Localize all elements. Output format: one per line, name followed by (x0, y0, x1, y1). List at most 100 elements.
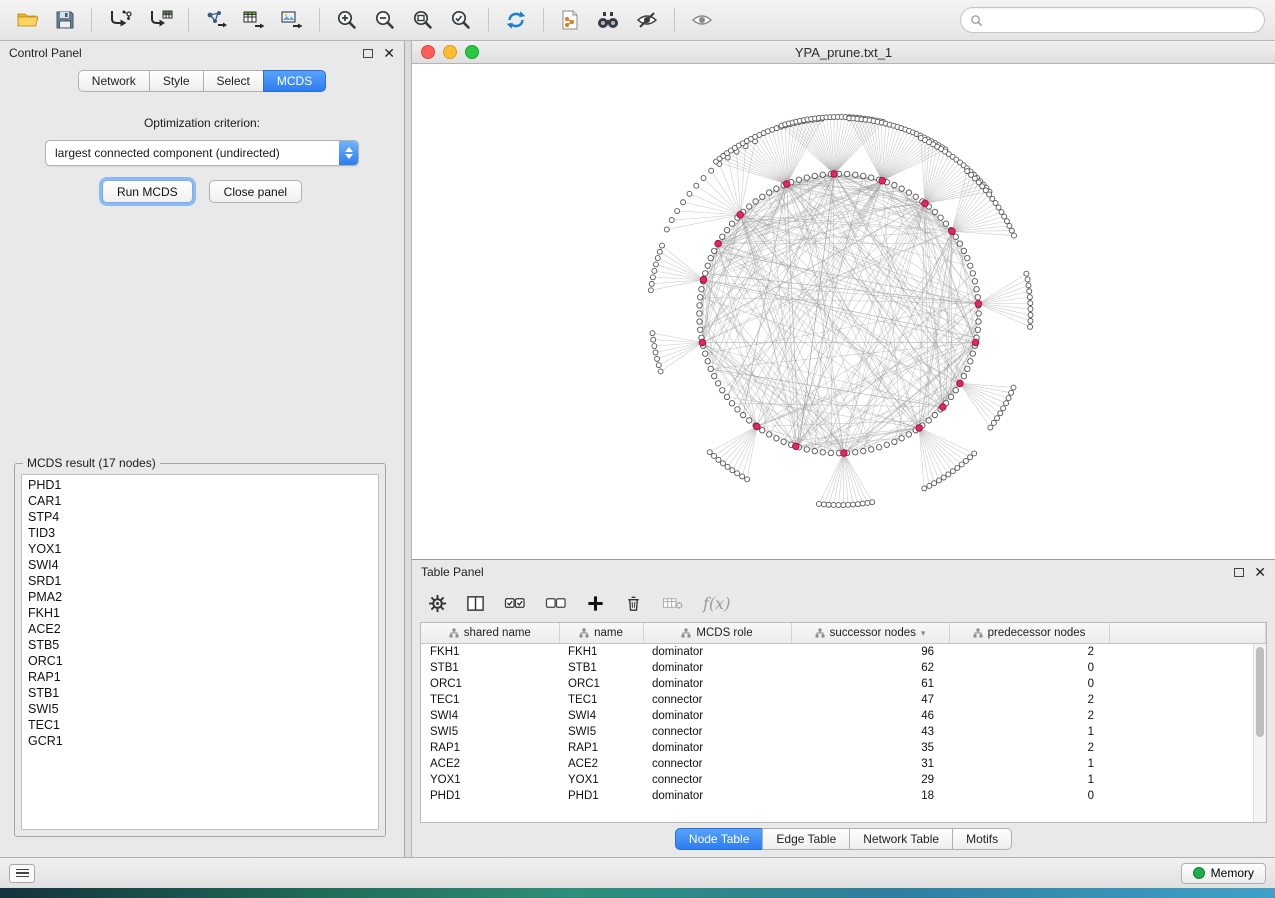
table-row[interactable]: YOX1YOX1connector291 (421, 772, 1266, 788)
table-cell[interactable]: 0 (949, 788, 1109, 804)
mcds-item[interactable]: RAP1 (22, 669, 378, 685)
table-cell[interactable]: 1 (949, 756, 1109, 772)
hide-graphics-details-button[interactable] (629, 4, 665, 36)
table-cell[interactable]: dominator (643, 660, 791, 676)
close-table-panel-icon[interactable]: ✕ (1254, 565, 1266, 579)
import-network-button[interactable] (101, 4, 139, 36)
mcds-item[interactable]: TEC1 (22, 717, 378, 733)
save-session-button[interactable] (48, 4, 82, 36)
mcds-item[interactable]: FKH1 (22, 605, 378, 621)
mcds-item[interactable]: SWI4 (22, 557, 378, 573)
table-cell[interactable]: 2 (949, 740, 1109, 756)
table-settings-button[interactable] (428, 594, 447, 613)
window-zoom-light[interactable] (465, 45, 479, 59)
table-cell[interactable]: 47 (791, 692, 949, 708)
table-scrollbar-thumb[interactable] (1256, 647, 1264, 737)
table-cell[interactable]: dominator (643, 708, 791, 724)
table-cell[interactable]: 0 (949, 676, 1109, 692)
search-field[interactable] (960, 7, 1265, 33)
export-table-button[interactable] (236, 4, 272, 36)
table-cell[interactable]: connector (643, 756, 791, 772)
mcds-item[interactable]: GCR1 (22, 733, 378, 749)
zoom-fit-button[interactable] (405, 4, 441, 36)
table-cell[interactable]: 2 (949, 644, 1109, 661)
table-cell[interactable]: dominator (643, 676, 791, 692)
table-cell[interactable]: FKH1 (559, 644, 643, 661)
panel-splitter[interactable] (405, 41, 412, 857)
show-panels-button[interactable] (9, 864, 35, 883)
table-cell[interactable]: 35 (791, 740, 949, 756)
table-row[interactable]: STB1STB1dominator620 (421, 660, 1266, 676)
run-mcds-button[interactable]: Run MCDS (102, 180, 193, 203)
tab-network[interactable]: Network (78, 70, 150, 92)
column-header-shared-name[interactable]: shared name (421, 623, 559, 644)
table-cell[interactable]: 2 (949, 708, 1109, 724)
table-cell[interactable]: YOX1 (421, 772, 559, 788)
search-input[interactable] (989, 12, 1255, 28)
close-panel-icon[interactable]: ✕ (383, 46, 395, 60)
table-cell[interactable]: PHD1 (421, 788, 559, 804)
tab-select[interactable]: Select (203, 70, 264, 92)
table-row[interactable]: TEC1TEC1connector472 (421, 692, 1266, 708)
table-cell[interactable]: RAP1 (421, 740, 559, 756)
table-row[interactable]: ORC1ORC1dominator610 (421, 676, 1266, 692)
mcds-item[interactable]: SRD1 (22, 573, 378, 589)
table-cell[interactable]: SWI5 (421, 724, 559, 740)
network-svg[interactable] (412, 64, 1275, 559)
export-network-button[interactable] (198, 4, 234, 36)
table-cell[interactable]: RAP1 (559, 740, 643, 756)
delete-column-button[interactable] (624, 594, 643, 613)
table-cell[interactable]: 1 (949, 724, 1109, 740)
column-header-name[interactable]: name (559, 623, 643, 644)
table-cell[interactable]: STB1 (559, 660, 643, 676)
refresh-view-button[interactable] (498, 4, 534, 36)
zoom-out-button[interactable] (367, 4, 403, 36)
mcds-item[interactable]: ORC1 (22, 653, 378, 669)
table-row[interactable]: RAP1RAP1dominator352 (421, 740, 1266, 756)
table-cell[interactable]: STB1 (421, 660, 559, 676)
select-all-button[interactable] (504, 594, 526, 613)
table-cell[interactable]: FKH1 (421, 644, 559, 661)
window-close-light[interactable] (421, 45, 435, 59)
function-builder-button[interactable]: f(x) (703, 594, 730, 613)
mcds-item[interactable]: STP4 (22, 509, 378, 525)
table-cell[interactable]: TEC1 (421, 692, 559, 708)
table-cell[interactable]: ORC1 (421, 676, 559, 692)
zoom-in-button[interactable] (329, 4, 365, 36)
delete-table-button[interactable] (662, 594, 684, 613)
table-cell[interactable]: PHD1 (559, 788, 643, 804)
table-cell[interactable]: SWI4 (421, 708, 559, 724)
mcds-item[interactable]: STB5 (22, 637, 378, 653)
share-document-button[interactable] (553, 4, 587, 36)
mcds-item[interactable]: PHD1 (22, 477, 378, 493)
table-cell[interactable]: 18 (791, 788, 949, 804)
table-cell[interactable]: dominator (643, 788, 791, 804)
column-header-predecessor-nodes[interactable]: predecessor nodes (949, 623, 1109, 644)
table-cell[interactable]: 62 (791, 660, 949, 676)
mcds-item[interactable]: SWI5 (22, 701, 378, 717)
float-table-panel-icon[interactable] (1234, 568, 1244, 577)
table-cell[interactable]: ORC1 (559, 676, 643, 692)
mcds-result-list[interactable]: PHD1CAR1STP4TID3YOX1SWI4SRD1PMA2FKH1ACE2… (21, 474, 379, 830)
table-cell[interactable]: 1 (949, 772, 1109, 788)
tab-style[interactable]: Style (149, 70, 204, 92)
mcds-item[interactable]: YOX1 (22, 541, 378, 557)
memory-button[interactable]: Memory (1181, 863, 1266, 884)
tab-node-table[interactable]: Node Table (675, 828, 764, 850)
table-scrollbar[interactable] (1253, 644, 1266, 822)
table-cell[interactable]: connector (643, 772, 791, 788)
mcds-item[interactable]: PMA2 (22, 589, 378, 605)
table-cell[interactable]: 0 (949, 660, 1109, 676)
table-cell[interactable]: dominator (643, 740, 791, 756)
table-cell[interactable]: TEC1 (559, 692, 643, 708)
mcds-item[interactable]: STB1 (22, 685, 378, 701)
table-cell[interactable]: 2 (949, 692, 1109, 708)
tab-network-table[interactable]: Network Table (849, 828, 953, 850)
column-header-mcds-role[interactable]: MCDS role (643, 623, 791, 644)
table-cell[interactable]: YOX1 (559, 772, 643, 788)
table-cell[interactable]: dominator (643, 644, 791, 661)
export-image-button[interactable] (274, 4, 310, 36)
tab-motifs[interactable]: Motifs (952, 828, 1012, 850)
table-cell[interactable]: connector (643, 724, 791, 740)
table-row[interactable]: SWI5SWI5connector431 (421, 724, 1266, 740)
